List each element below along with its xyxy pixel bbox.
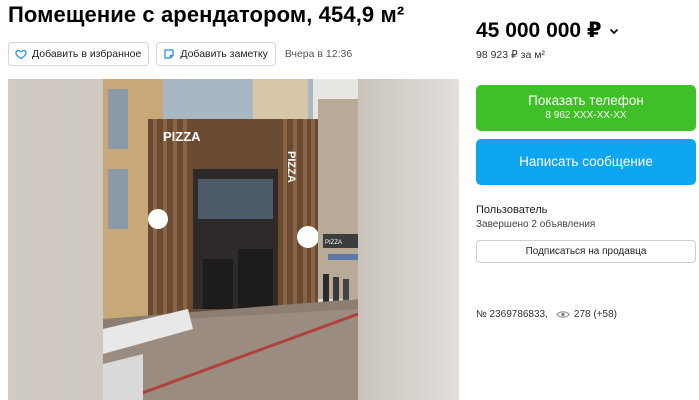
photo-gallery[interactable]: PIZZA PIZZA PIZZA xyxy=(8,79,459,400)
listing-actions: Добавить в избранное Добавить заметку Вч… xyxy=(8,42,352,66)
seller-status: Завершено 2 объявления xyxy=(476,219,596,230)
heart-icon xyxy=(15,48,27,60)
ad-meta: № 2369786833, 278 (+58) xyxy=(476,309,617,320)
price-block: 45 000 000 ₽ xyxy=(476,18,620,43)
publish-date: Вчера в 12:36 xyxy=(284,48,353,60)
note-icon xyxy=(163,48,175,60)
add-note-button[interactable]: Добавить заметку xyxy=(156,42,276,66)
ad-number: № 2369786833, xyxy=(476,309,548,320)
masked-phone-number: 8 962 XXX-XX-XX xyxy=(545,110,627,121)
seller-name[interactable]: Пользователь xyxy=(476,204,547,216)
photo-banner: PIZZA xyxy=(325,240,342,246)
view-count: 278 (+58) xyxy=(573,309,617,320)
price-per-meter: 98 923 ₽ за м² xyxy=(476,49,545,61)
price: 45 000 000 ₽ xyxy=(476,19,602,42)
listing-title: Помещение с арендатором, 454,9 м² xyxy=(8,2,405,27)
photo-sign-right: PIZZA xyxy=(285,151,297,183)
photo-sign-left: PIZZA xyxy=(163,129,201,144)
show-phone-button[interactable]: Показать телефон 8 962 XXX-XX-XX xyxy=(476,85,696,131)
subscribe-seller-button[interactable]: Подписаться на продавца xyxy=(476,240,696,263)
add-to-favorites-button[interactable]: Добавить в избранное xyxy=(8,42,150,66)
listing-photo: PIZZA PIZZA PIZZA xyxy=(8,79,459,400)
eye-icon xyxy=(556,310,570,319)
chevron-down-icon[interactable] xyxy=(608,25,620,37)
show-phone-label: Показать телефон xyxy=(528,93,644,108)
add-to-favorites-label: Добавить в избранное xyxy=(32,48,142,60)
write-message-button[interactable]: Написать сообщение xyxy=(476,139,696,185)
add-note-label: Добавить заметку xyxy=(180,48,268,60)
